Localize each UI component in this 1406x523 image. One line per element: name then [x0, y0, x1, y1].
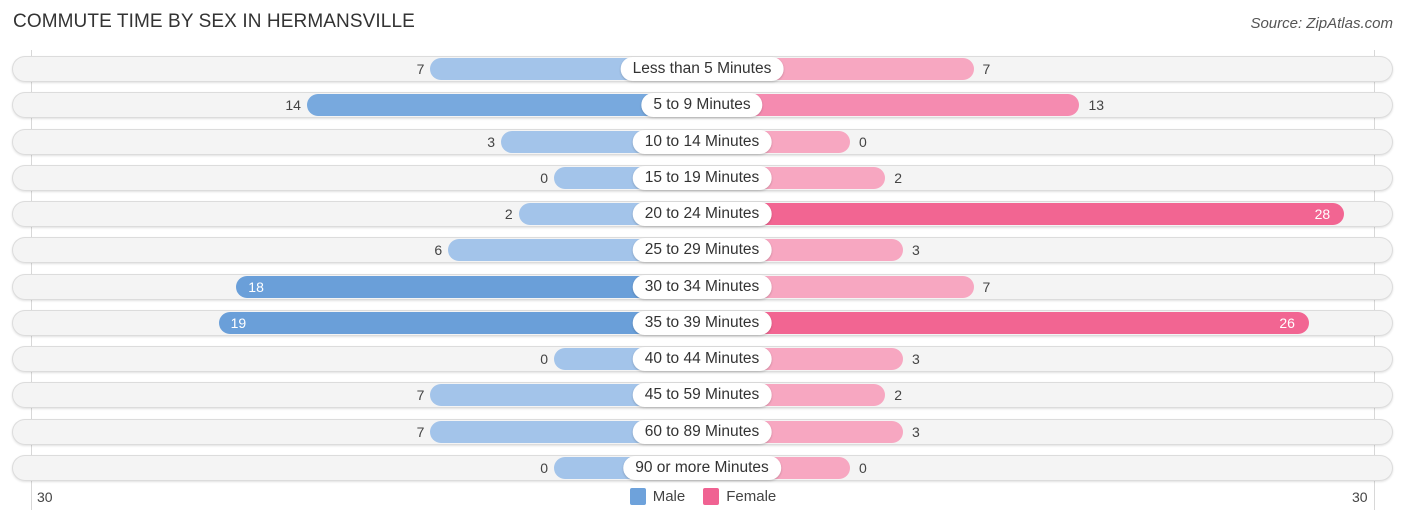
legend-swatch-male	[629, 488, 646, 505]
bar-female	[702, 203, 1345, 225]
bar-female	[702, 311, 1309, 334]
value-label-male: 14	[285, 97, 301, 114]
category-label: 10 to 14 Minutes	[632, 129, 772, 154]
value-label-female: 2	[894, 387, 903, 404]
legend-swatch-female	[703, 488, 720, 505]
value-label-female: 28	[1314, 206, 1331, 222]
legend-label-male: Male	[652, 488, 686, 505]
value-label-male: 2	[504, 206, 513, 222]
category-label: 25 to 29 Minutes	[632, 238, 772, 263]
value-label-male: 0	[540, 351, 548, 367]
value-label-male: 7	[416, 423, 425, 440]
value-label-female: 7	[982, 278, 991, 295]
value-label-female: 7	[982, 61, 991, 77]
value-label-female: 13	[1088, 97, 1105, 114]
chart-title: COMMUTE TIME BY SEX IN HERMANSVILLE	[13, 11, 415, 32]
source-label: Source: ZipAtlas.com	[1250, 15, 1393, 32]
category-label: 45 to 59 Minutes	[632, 383, 772, 408]
value-label-female: 3	[911, 351, 920, 367]
value-label-female: 3	[911, 423, 920, 440]
value-label-female: 2	[894, 169, 903, 186]
value-label-male: 0	[540, 459, 548, 476]
category-label: 60 to 89 Minutes	[632, 419, 772, 444]
value-label-female: 26	[1279, 314, 1295, 331]
category-label: 90 or more Minutes	[623, 455, 781, 480]
value-label-male: 0	[540, 169, 548, 186]
value-label-male: 6	[434, 242, 443, 259]
value-label-male: 19	[230, 314, 247, 331]
value-label-male: 7	[416, 387, 425, 404]
category-label: Less than 5 Minutes	[620, 57, 784, 81]
category-label: 5 to 9 Minutes	[641, 93, 763, 118]
value-label-female: 0	[859, 459, 867, 476]
value-label-male: 7	[416, 61, 425, 77]
value-label-male: 3	[487, 133, 496, 150]
category-label: 30 to 34 Minutes	[632, 274, 772, 299]
value-label-female: 0	[859, 133, 867, 150]
category-label: 20 to 24 Minutes	[632, 202, 772, 226]
legend-item-male: Male	[629, 488, 686, 505]
legend-label-female: Female	[726, 488, 777, 505]
legend: Male Female	[0, 488, 1406, 505]
category-label: 35 to 39 Minutes	[632, 310, 772, 335]
category-label: 15 to 19 Minutes	[632, 165, 772, 190]
value-label-male: 18	[248, 278, 264, 295]
value-label-female: 3	[911, 242, 920, 259]
bar-male	[218, 311, 702, 334]
legend-item-female: Female	[703, 488, 776, 505]
category-label: 40 to 44 Minutes	[632, 347, 772, 371]
